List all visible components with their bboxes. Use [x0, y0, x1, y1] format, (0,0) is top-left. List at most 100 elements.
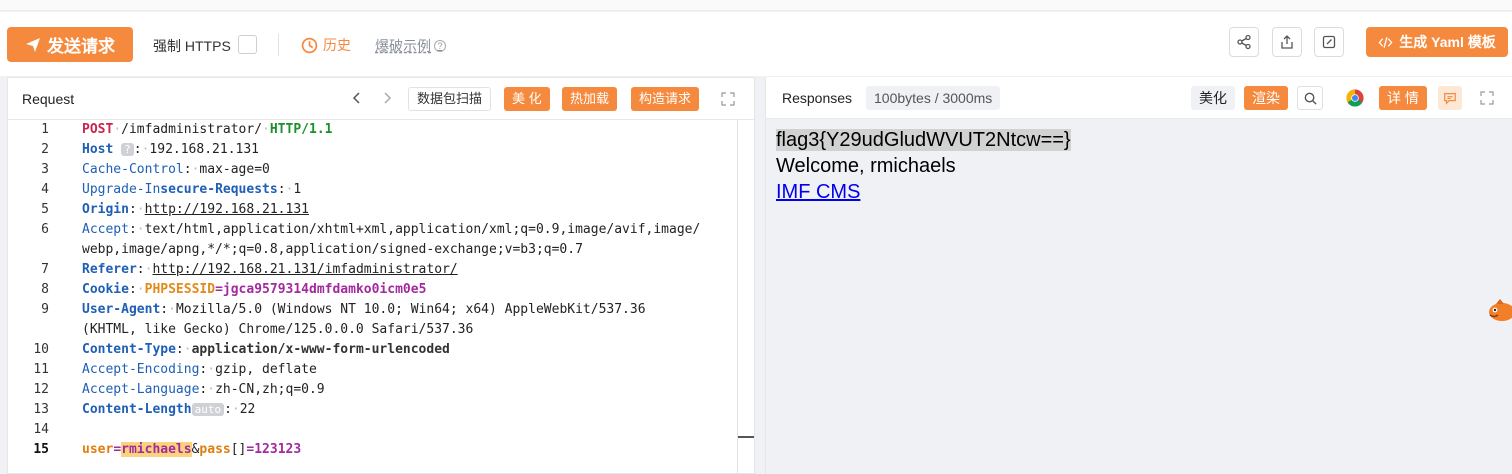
header-key-bold: secure-Requests: [160, 182, 278, 197]
code-line: 7 Referer:·http://192.168.21.131/imfadmi…: [8, 260, 754, 280]
send-icon: [26, 37, 40, 52]
method: POST: [82, 122, 114, 137]
request-panel: Request 数据包扫描 美 化 热加载 构造请求 1 POST·/imfad…: [7, 77, 755, 474]
burst-example-link[interactable]: 爆破示例 ?: [375, 36, 446, 56]
imf-cms-link[interactable]: IMF CMS: [776, 181, 860, 203]
line-number: 8: [41, 282, 49, 297]
line-number: 6: [41, 222, 49, 237]
edit-icon: [1322, 35, 1336, 49]
line-number: 15: [33, 442, 49, 457]
chevron-right-icon: [384, 92, 392, 104]
detail-button[interactable]: 详 情: [1379, 86, 1427, 110]
body-brackets: []: [230, 442, 247, 457]
header-key: Host: [82, 142, 114, 157]
expand-icon[interactable]: [1479, 90, 1495, 106]
generate-yaml-button[interactable]: 生成 Yaml 模板: [1366, 27, 1508, 57]
send-request-button[interactable]: 发送请求: [7, 27, 133, 62]
export-button[interactable]: [1272, 27, 1302, 57]
line-number: 12: [33, 382, 49, 397]
history-button[interactable]: 历史: [301, 35, 351, 55]
header-key: Content-Length: [82, 402, 192, 417]
header-key: Origin: [82, 202, 129, 217]
send-request-label: 发送请求: [47, 37, 115, 56]
mascot-fish-icon[interactable]: [1486, 295, 1512, 325]
header-key: Cookie: [82, 282, 129, 297]
header-key: User-Agent: [82, 302, 161, 317]
force-https-checkbox[interactable]: [238, 35, 257, 54]
code-line-wrap: (KHTML, like Gecko) Chrome/125.0.0.0 Saf…: [8, 320, 754, 340]
code-line: 2 Host ?:·192.168.21.131: [8, 140, 754, 160]
header-value-link[interactable]: http://192.168.21.131/imfadministrator/: [152, 262, 457, 277]
header-key: Cache-Control: [82, 162, 184, 177]
header-value: gzip, deflate: [215, 362, 317, 377]
host-badge[interactable]: ?: [121, 143, 134, 156]
line-number: 1: [41, 122, 49, 137]
header-value: (KHTML, like Gecko) Chrome/125.0.0.0 Saf…: [82, 322, 474, 337]
header-value: text/html,application/xhtml+xml,applicat…: [144, 222, 701, 237]
header-value: application/x-www-form-urlencoded: [191, 342, 450, 357]
code-line: 11 Accept-Encoding:·gzip, deflate: [8, 360, 754, 380]
prev-button[interactable]: [348, 89, 366, 107]
packet-scan-button[interactable]: 数据包扫描: [408, 87, 492, 111]
hotload-button[interactable]: 热加载: [562, 87, 618, 111]
response-render: flag3{Y29udGludWVUT2Ntcw==} Welcome, rmi…: [776, 127, 1071, 205]
response-size-time: 100bytes / 3000ms: [866, 86, 1001, 110]
header-value: webp,image/apng,*/*;q=0.8,application/si…: [82, 242, 583, 257]
body-key: pass: [199, 442, 231, 457]
header-key: Referer: [82, 262, 137, 277]
protocol: HTTP/1.1: [269, 122, 333, 137]
code-line: 5 Origin:·http://192.168.21.131: [8, 200, 754, 220]
header-value: max-age=0: [199, 162, 270, 177]
header-value: zh-CN,zh;q=0.9: [215, 382, 325, 397]
header-key: Accept-Encoding: [82, 362, 200, 377]
code-icon: [1378, 36, 1393, 48]
body-key: user: [82, 442, 114, 457]
message-button[interactable]: [1438, 86, 1462, 110]
toolbar: 发送请求 强制 HTTPS 历史 爆破示例 ? 生成 Yaml 模板: [0, 12, 1512, 76]
line-number: 7: [41, 262, 49, 277]
request-header: Request 数据包扫描 美 化 热加载 构造请求: [8, 78, 754, 120]
expand-icon[interactable]: [720, 91, 736, 107]
burst-example-label: 爆破示例: [375, 38, 431, 54]
line-number: 9: [41, 302, 49, 317]
code-line-wrap: webp,image/apng,*/*;q=0.8,application/si…: [8, 240, 754, 260]
chrome-icon[interactable]: [1346, 89, 1364, 107]
line-number: 4: [41, 182, 49, 197]
code-line: 4 Upgrade-Insecure-Requests:·1: [8, 180, 754, 200]
search-icon: [1304, 92, 1317, 105]
header-value: 192.168.21.131: [149, 142, 259, 157]
line-number: 3: [41, 162, 49, 177]
render-button[interactable]: 渲染: [1244, 86, 1288, 110]
header-value-link[interactable]: http://192.168.21.131: [145, 202, 309, 217]
cookie-value: =jgca9579314dmfdamko0icm0e5: [215, 282, 427, 297]
next-button[interactable]: [378, 89, 396, 107]
code-line: 1 POST·/imfadministrator/·HTTP/1.1: [8, 120, 754, 140]
auto-badge[interactable]: auto: [191, 403, 225, 416]
code-line: 9 User-Agent:·Mozilla/5.0 (Windows NT 10…: [8, 300, 754, 320]
comment-icon: [1444, 93, 1456, 105]
line-number: 5: [41, 202, 49, 217]
welcome-text: Welcome, rmichaels: [776, 155, 956, 177]
share-button[interactable]: [1229, 27, 1259, 57]
edit-button[interactable]: [1314, 27, 1344, 57]
code-line: 12 Accept-Language:·zh-CN,zh;q=0.9: [8, 380, 754, 400]
header-key: Accept: [82, 222, 129, 237]
response-header: Responses 100bytes / 3000ms 美化 渲染 详 情: [766, 77, 1512, 119]
request-editor[interactable]: 1 POST·/imfadministrator/·HTTP/1.1 2 Hos…: [8, 120, 754, 473]
scrollbar-thumb[interactable]: [738, 436, 754, 438]
header-value: 1: [293, 182, 302, 197]
line-number: 10: [33, 342, 49, 357]
path: /imfadministrator/: [121, 122, 263, 137]
request-title: Request: [22, 91, 75, 107]
beautify-button[interactable]: 美 化: [504, 87, 550, 111]
response-search-button[interactable]: [1297, 86, 1323, 110]
construct-request-button[interactable]: 构造请求: [631, 87, 700, 111]
line-number: 2: [41, 142, 49, 157]
top-strip: [0, 0, 1512, 11]
scrollbar-track[interactable]: [737, 120, 738, 473]
body-value-highlight: rmichaels: [121, 442, 192, 457]
response-panel: Responses 100bytes / 3000ms 美化 渲染 详 情 fl…: [765, 77, 1512, 474]
line-number: 11: [33, 362, 49, 377]
response-beautify-button[interactable]: 美化: [1191, 86, 1235, 110]
code-line: 10 Content-Type:·application/x-www-form-…: [8, 340, 754, 360]
